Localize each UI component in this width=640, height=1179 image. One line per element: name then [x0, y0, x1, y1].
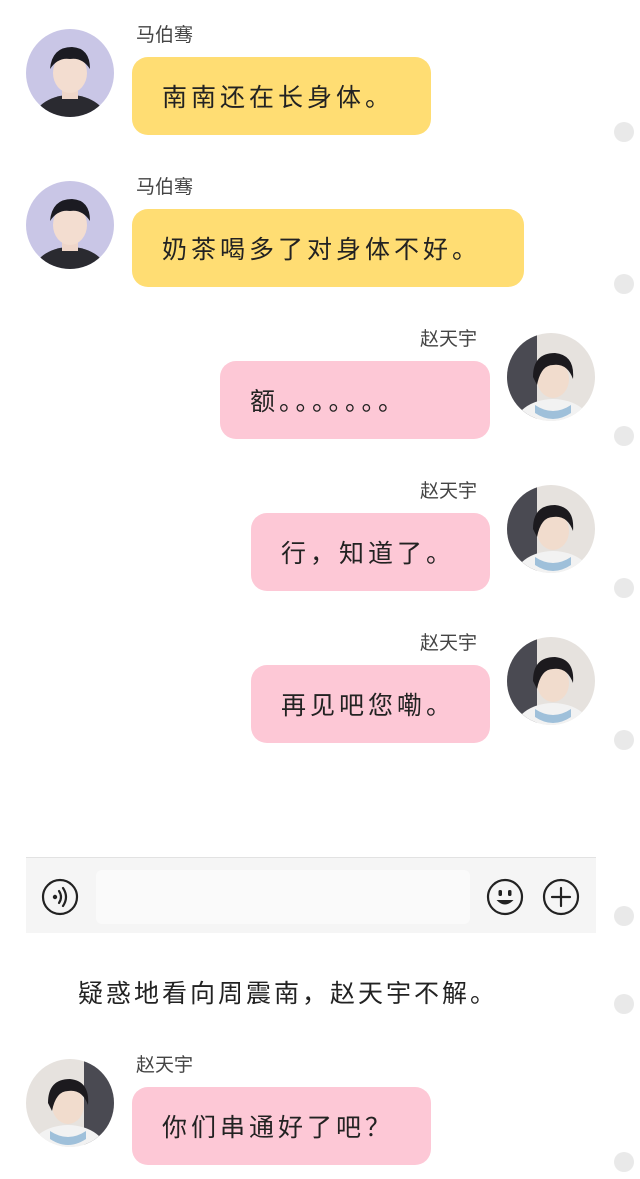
side-dot — [614, 274, 634, 294]
avatar-image-icon — [507, 333, 595, 421]
avatar-image-icon — [26, 29, 114, 117]
avatar[interactable] — [507, 637, 595, 725]
avatar-image-icon — [507, 637, 595, 725]
voice-button[interactable] — [41, 878, 79, 916]
sender-name: 赵天宇 — [136, 1054, 194, 1076]
message-bubble[interactable]: 再见吧您嘞。 — [251, 665, 490, 743]
side-dot — [614, 994, 634, 1014]
voice-icon — [41, 878, 79, 916]
avatar-image-icon — [507, 485, 595, 573]
side-dot — [614, 122, 634, 142]
message-bubble[interactable]: 你们串通好了吧？ — [132, 1087, 431, 1165]
message-bubble[interactable]: 南南还在长身体。 — [132, 57, 431, 135]
sender-name: 赵天宇 — [420, 632, 478, 654]
avatar[interactable] — [507, 333, 595, 421]
avatar-image-icon — [26, 181, 114, 269]
avatar[interactable] — [26, 181, 114, 269]
message-bubble[interactable]: 行，知道了。 — [251, 513, 490, 591]
narration-text: 疑惑地看向周震南，赵天宇不解。 — [78, 979, 499, 1008]
side-dot — [614, 906, 634, 926]
chat-input-bar — [26, 857, 596, 933]
side-dot — [614, 730, 634, 750]
avatar[interactable] — [26, 1059, 114, 1147]
side-dot — [614, 1152, 634, 1172]
sender-name: 赵天宇 — [420, 328, 478, 350]
emoji-button[interactable] — [486, 878, 524, 916]
sender-name: 赵天宇 — [420, 480, 478, 502]
message-bubble[interactable]: 奶茶喝多了对身体不好。 — [132, 209, 524, 287]
side-dot — [614, 578, 634, 598]
avatar[interactable] — [26, 29, 114, 117]
message-input[interactable] — [96, 870, 470, 924]
add-button[interactable] — [542, 878, 580, 916]
emoji-icon — [486, 878, 524, 916]
avatar[interactable] — [507, 485, 595, 573]
side-dot — [614, 426, 634, 446]
sender-name: 马伯骞 — [136, 176, 194, 198]
avatar-image-icon — [26, 1059, 114, 1147]
message-bubble[interactable]: 额。。。。。。。 — [220, 361, 490, 439]
sender-name: 马伯骞 — [136, 24, 194, 46]
plus-icon — [542, 878, 580, 916]
